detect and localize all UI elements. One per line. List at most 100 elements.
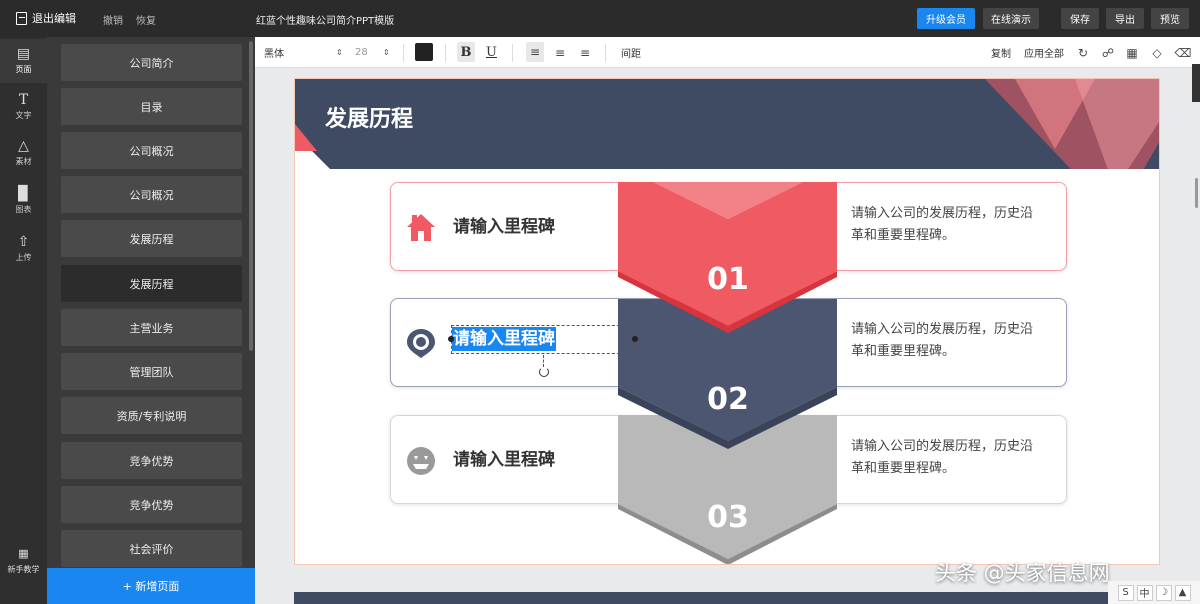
upload-icon: ⇧ (17, 234, 30, 250)
bar-chart-icon: ▉ (18, 186, 29, 202)
font-size-input[interactable]: 28 (355, 37, 368, 68)
exit-edit-label: 退出编辑 (32, 12, 76, 25)
page-list: 公司简介 目录 公司概况 公司概况 发展历程 发展历程 主营业务 管理团队 资质… (47, 37, 255, 604)
add-page-button[interactable]: + 新增页面 (47, 568, 255, 604)
layers-icon[interactable]: ◇ (1149, 37, 1165, 68)
align-center-icon[interactable]: ≡ (552, 37, 568, 68)
preview-button[interactable]: 预览 (1151, 8, 1189, 29)
slide-title[interactable]: 发展历程 (325, 101, 413, 133)
align-right-icon[interactable]: ≡ (577, 37, 593, 68)
page-thumb-active[interactable]: 发展历程 (61, 265, 242, 302)
watermark: 头条 @头家信息网 (935, 561, 1110, 585)
ime-toolbar: S 中 ☽ ▲ (1108, 581, 1200, 604)
page-thumb[interactable]: 公司概况 (61, 176, 242, 213)
tool-rail: ▤ 页面 T 文字 △ 素材 ▉ 图表 ⇧ 上传 ▦ 新手教学 (0, 37, 47, 604)
page-thumb[interactable]: 管理团队 (61, 353, 242, 390)
apply-all-button[interactable]: 应用全部 (1024, 37, 1064, 68)
toolbar-divider (512, 44, 513, 62)
selected-milestone-title[interactable]: 请输入里程碑 (452, 327, 556, 351)
page-thumb[interactable]: 主营业务 (61, 309, 242, 346)
scroll-thumb[interactable] (1195, 178, 1198, 208)
copy-button[interactable]: 复制 (991, 37, 1011, 68)
page-thumb[interactable]: 竞争优势 (61, 442, 242, 479)
rail-upload-label: 上传 (15, 253, 32, 262)
stepper-arrows-icon[interactable]: ⇕ (383, 37, 390, 68)
rail-item-text[interactable]: T 文字 (0, 85, 47, 129)
transparency-icon[interactable]: ▦ (1124, 37, 1140, 68)
milestone-description[interactable]: 请输入公司的发展历程，历史沿革和重要里程碑。 (851, 436, 1041, 480)
rail-item-pages[interactable]: ▤ 页面 (0, 39, 47, 83)
top-bar: 退出编辑 撤销 恢复 红蓝个性趣味公司简介PPT模版 升级会员 在线演示 保存 … (0, 0, 1200, 37)
text-color-swatch[interactable] (415, 43, 433, 61)
location-pin-icon (407, 329, 435, 358)
canvas-scrollbar[interactable] (1193, 68, 1200, 604)
moon-icon[interactable]: ☽ (1155, 584, 1172, 601)
slide-header-banner (295, 79, 1159, 169)
slide[interactable]: 发展历程 请输入里程碑 请输入公司的发展历程，历史沿革和重要里程碑。 请输入公司… (294, 78, 1160, 565)
dropdown-arrows-icon[interactable]: ⇕ (336, 37, 343, 68)
page-thumb[interactable]: 目录 (61, 88, 242, 125)
refresh-icon[interactable]: ↻ (1075, 37, 1091, 68)
book-icon: ▦ (18, 547, 29, 560)
rail-pages-label: 页面 (15, 65, 32, 74)
shirt-icon[interactable]: ▲ (1174, 584, 1191, 601)
lock-icon[interactable]: ☍ (1100, 37, 1116, 68)
shapes-icon: △ (18, 138, 29, 154)
undo-button[interactable]: 撤销 (103, 12, 123, 27)
side-panel-tab[interactable] (1192, 64, 1200, 102)
underline-button[interactable]: U (486, 37, 497, 68)
house-icon (407, 214, 435, 241)
page-thumb[interactable]: 发展历程 (61, 220, 242, 257)
align-left-icon[interactable]: ≡ (526, 42, 544, 62)
exit-edit-button[interactable]: 退出编辑 (16, 10, 76, 26)
ime-lang-toggle[interactable]: 中 (1136, 584, 1153, 601)
pages-icon: ▤ (16, 46, 31, 62)
rail-item-chart[interactable]: ▉ 图表 (0, 179, 47, 223)
exit-icon (16, 11, 27, 25)
rail-item-upload[interactable]: ⇧ 上传 (0, 227, 47, 271)
online-present-button[interactable]: 在线演示 (983, 8, 1039, 29)
rotate-stem (543, 355, 544, 367)
page-thumb[interactable]: 资质/专利说明 (61, 397, 242, 434)
page-thumb[interactable]: 公司概况 (61, 132, 242, 169)
rail-assets-label: 素材 (15, 157, 32, 166)
milestone-title[interactable]: 请输入里程碑 (453, 445, 555, 470)
save-button[interactable]: 保存 (1061, 8, 1099, 29)
document-title[interactable]: 红蓝个性趣味公司简介PPT模版 (256, 12, 394, 27)
milestone-title[interactable]: 请输入里程碑 (453, 212, 555, 237)
toolbar-divider (605, 44, 606, 62)
rail-chart-label: 图表 (15, 205, 32, 214)
milestone-number: 01 (707, 262, 749, 297)
redo-button[interactable]: 恢复 (136, 12, 156, 27)
ime-logo-icon[interactable]: S (1117, 584, 1134, 601)
font-family-select[interactable]: 黑体 (264, 37, 284, 68)
milestone-number: 02 (707, 382, 749, 417)
milestone-description[interactable]: 请输入公司的发展历程，历史沿革和重要里程碑。 (851, 319, 1041, 363)
bold-button[interactable]: B (457, 42, 475, 62)
rail-text-label: 文字 (15, 111, 32, 120)
milestone-number: 03 (707, 500, 749, 535)
page-thumb[interactable]: 竞争优势 (61, 486, 242, 523)
next-slide-preview[interactable] (294, 592, 1160, 604)
editor-canvas: 发展历程 请输入里程碑 请输入公司的发展历程，历史沿革和重要里程碑。 请输入公司… (255, 68, 1192, 604)
resize-handle-left[interactable] (448, 336, 454, 342)
rail-item-assets[interactable]: △ 素材 (0, 131, 47, 175)
milestone-description[interactable]: 请输入公司的发展历程，历史沿革和重要里程碑。 (851, 203, 1041, 247)
toolbar-divider (403, 44, 404, 62)
toolbar-divider (445, 44, 446, 62)
resize-handle-right[interactable] (632, 336, 638, 342)
trash-icon[interactable]: ⌫ (1175, 37, 1192, 68)
page-list-scrollbar[interactable] (249, 41, 253, 351)
text-icon: T (18, 92, 29, 108)
rail-item-tutorial[interactable]: ▦ 新手教学 (0, 539, 47, 583)
upgrade-membership-button[interactable]: 升级会员 (917, 8, 975, 29)
export-button[interactable]: 导出 (1106, 8, 1144, 29)
milestone-card[interactable]: 请输入里程碑 请输入公司的发展历程，历史沿革和重要里程碑。 (390, 182, 1067, 271)
page-thumb[interactable]: 社会评价 (61, 530, 242, 567)
rotate-handle-icon[interactable] (539, 367, 549, 377)
format-toolbar: 黑体 ⇕ 28 ⇕ B U ≡ ≡ ≡ 间距 复制 应用全部 ↻ ☍ ▦ ◇ ⌫ (255, 37, 1200, 68)
milestone-card[interactable]: 请输入里程碑 请输入公司的发展历程，历史沿革和重要里程碑。 (390, 415, 1067, 504)
rail-tutorial-label: 新手教学 (7, 565, 40, 574)
page-thumb[interactable]: 公司简介 (61, 44, 242, 81)
spacing-button[interactable]: 间距 (621, 37, 641, 68)
